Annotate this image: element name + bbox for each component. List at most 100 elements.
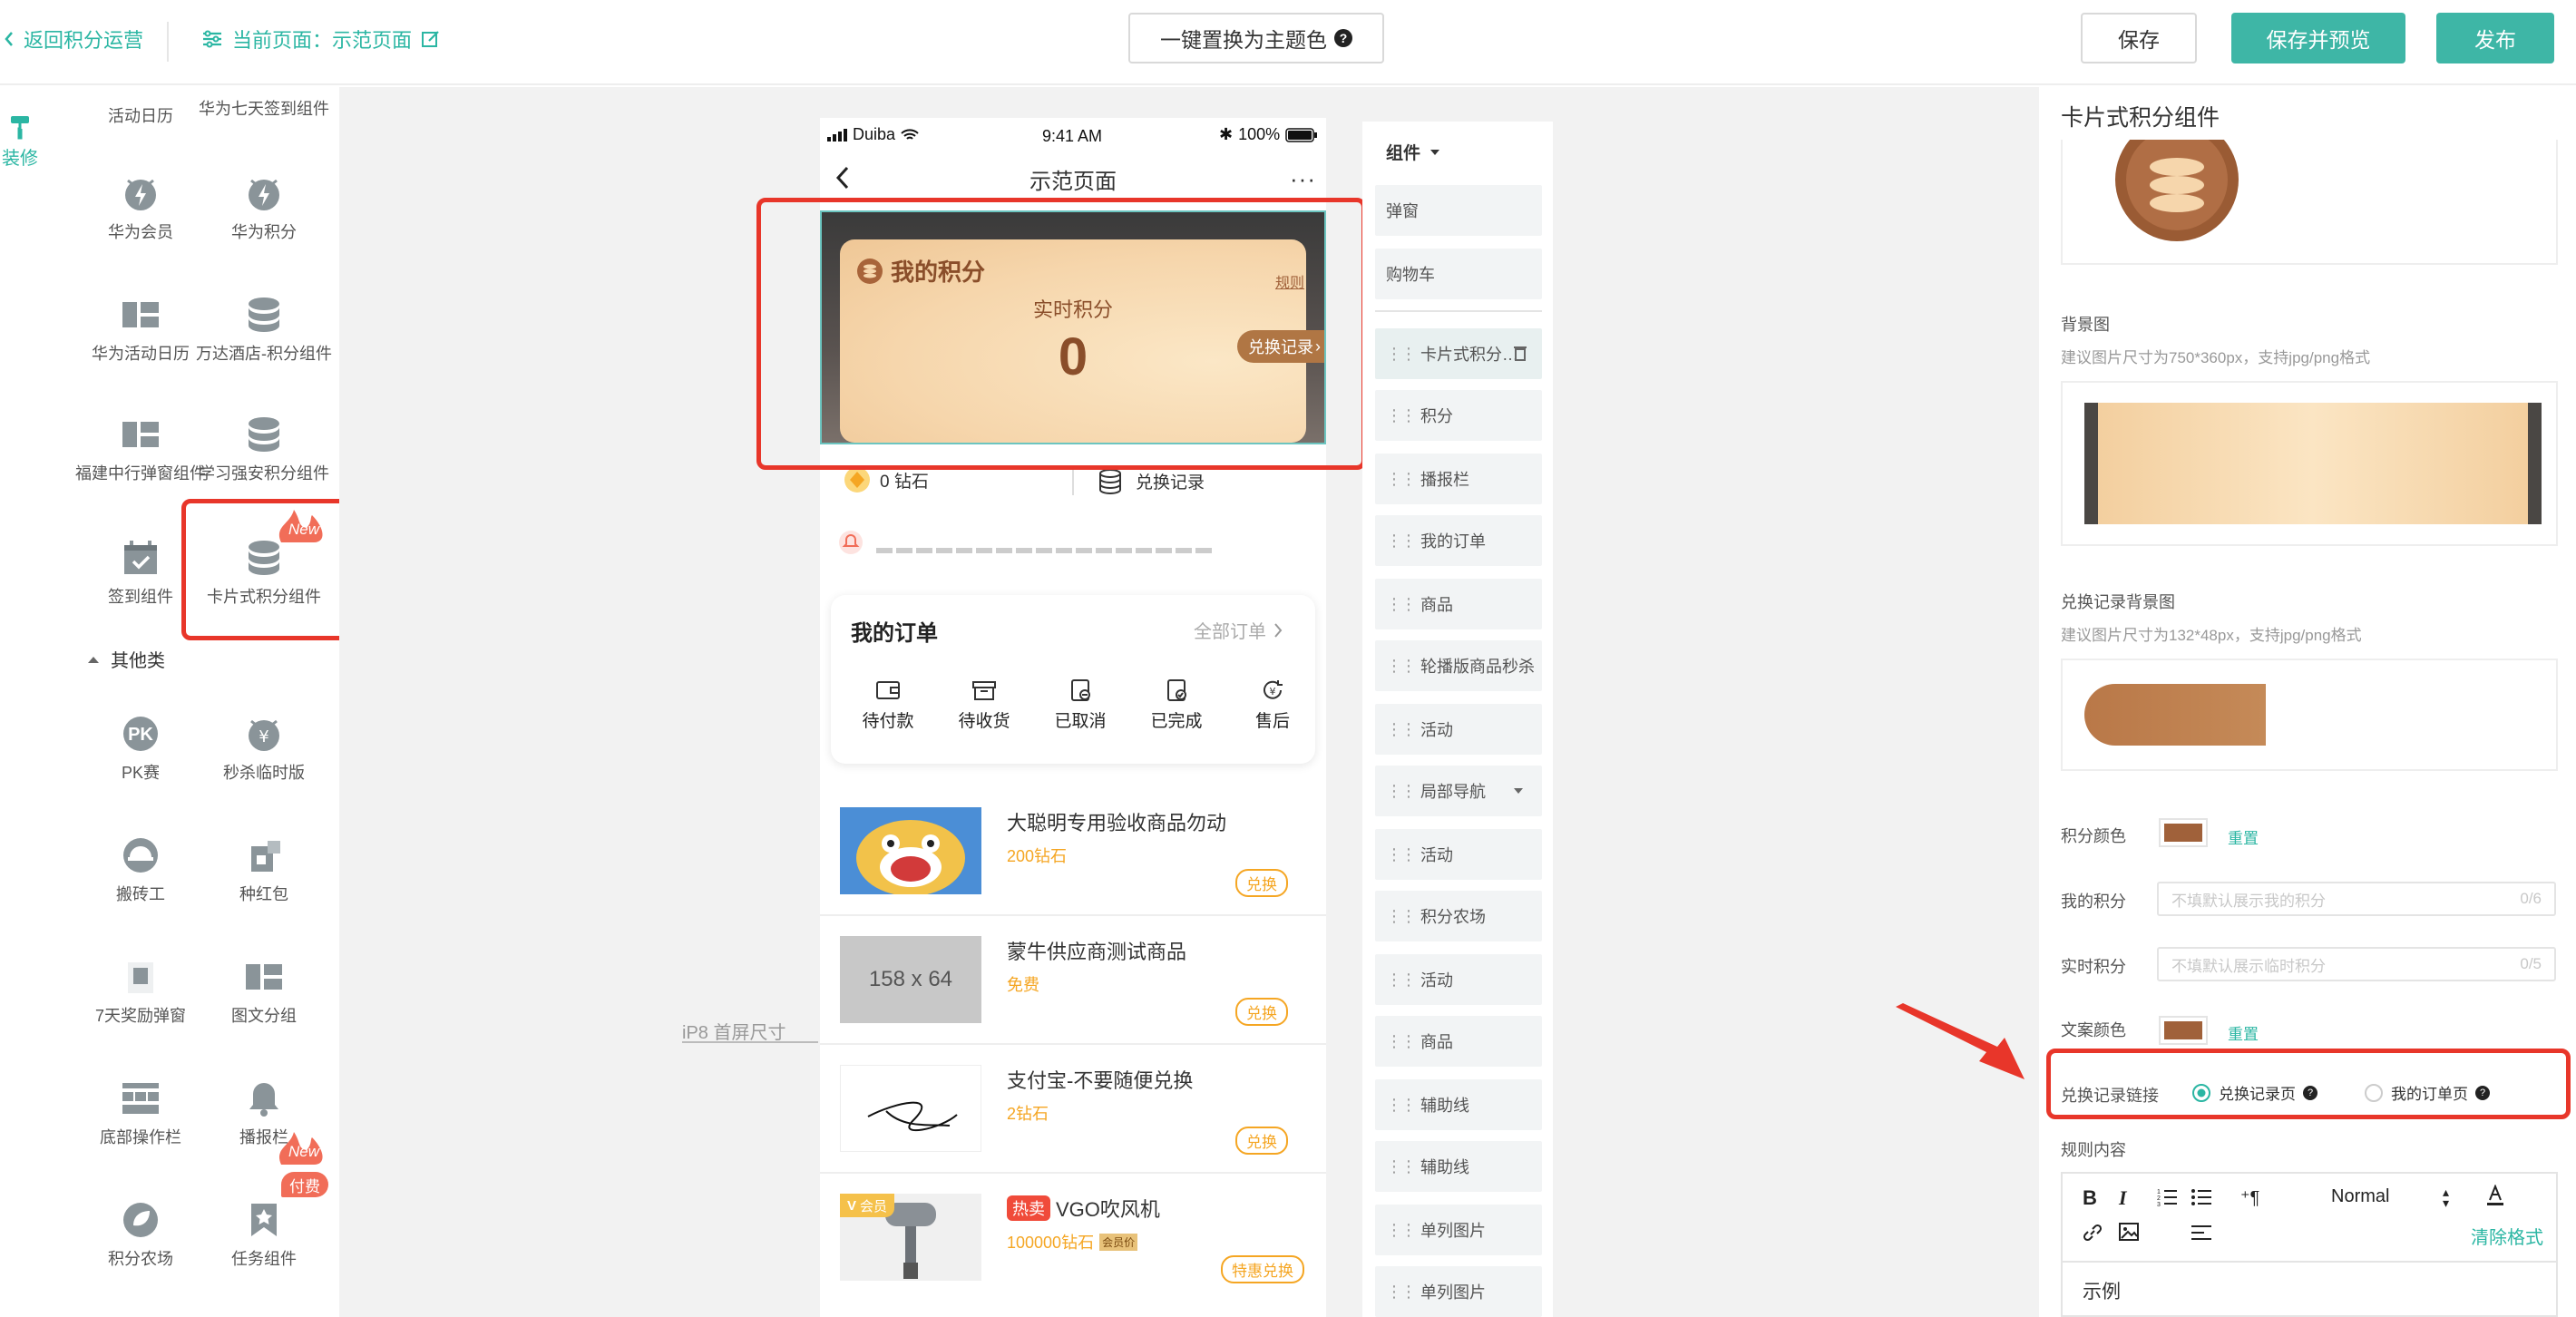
points-color-swatch[interactable] [2161,820,2206,845]
comp-7day-reward-popup[interactable]: 7天奖励弹窗 [73,954,209,1025]
exchange-record-link[interactable]: 兑换记录 [1098,466,1205,495]
comp-activity-calendar[interactable]: 活动日历 [73,107,209,125]
product-item[interactable]: 支付宝-不要随便兑换 2钻石 兑换 [820,1045,1326,1174]
edit-icon[interactable] [421,29,441,49]
comp-bottom-bar[interactable]: 底部操作栏 [73,1076,209,1146]
drag-handle-icon[interactable]: ⋮⋮ [1386,907,1417,926]
drag-handle-icon[interactable]: ⋮⋮ [1386,1096,1417,1115]
product-item[interactable]: 158 x 64 蒙牛供应商测试商品 免费 兑换 [820,916,1326,1045]
component-item-popup[interactable]: 弹窗 [1375,185,1542,236]
italic-icon[interactable]: I [2119,1186,2127,1210]
comp-pk[interactable]: PK PK赛 [73,711,209,782]
drag-handle-icon[interactable]: ⋮⋮ [1386,1283,1417,1302]
component-item-points[interactable]: ⋮⋮ 积分 [1375,390,1542,441]
more-icon[interactable]: ··· [1290,165,1316,193]
product-item[interactable]: V 会员 热卖 VGO吹风机 100000钻石 会员价 特惠兑换 [820,1174,1326,1317]
save-button[interactable]: 保存 [2081,13,2197,63]
comp-huawei-activity-calendar[interactable]: 华为活动日历 [73,292,209,363]
bullet-list-icon[interactable] [2191,1188,2211,1206]
trash-icon[interactable] [1513,345,1527,361]
comp-task[interactable]: 任务组件 [196,1197,332,1268]
drag-handle-icon[interactable]: ⋮⋮ [1386,595,1417,614]
comp-red-packet[interactable]: 种红包 [196,833,332,903]
rich-text-editor[interactable]: B I 123 ⁺¶ Normal ▴ ▾ 清除格式 示例 [2061,1172,2558,1317]
tab-decorate[interactable]: 装修 [0,114,40,170]
comp-study-points[interactable]: 学习强安积分组件 [196,412,332,483]
drag-handle-icon[interactable]: ⋮⋮ [1386,1221,1417,1240]
exchange-button[interactable]: 兑换 [1235,1127,1288,1155]
drag-handle-icon[interactable]: ⋮⋮ [1386,470,1417,489]
order-pending-payment[interactable]: 待付款 [840,678,936,732]
points-color-reset[interactable]: 重置 [2228,825,2259,848]
realtime-points-input[interactable]: 不填默认展示临时积分 0/5 [2157,947,2556,981]
drag-handle-icon[interactable]: ⋮⋮ [1386,406,1417,425]
drag-handle-icon[interactable]: ⋮⋮ [1386,1157,1417,1176]
drag-handle-icon[interactable]: ⋮⋮ [1386,720,1417,739]
drag-handle-icon[interactable]: ⋮⋮ [1386,971,1417,990]
drag-handle-icon[interactable]: ⋮⋮ [1386,782,1417,801]
all-orders-link[interactable]: 全部订单 [1194,617,1283,643]
theme-color-button[interactable]: 一键置换为主题色 ? [1128,13,1384,63]
comp-wanda-points[interactable]: 万达酒店-积分组件 [196,292,332,363]
comp-huawei-points[interactable]: 华为积分 [196,171,332,241]
format-select[interactable]: Normal ▴ ▾ [2331,1185,2449,1209]
component-item-broadcast[interactable]: ⋮⋮ 播报栏 [1375,454,1542,504]
component-item-activity[interactable]: ⋮⋮ 活动 [1375,704,1542,755]
image-icon[interactable] [2119,1223,2139,1241]
comp-fujian-popup[interactable]: 福建中行弹窗组件 [73,412,209,483]
component-item-single-image[interactable]: ⋮⋮ 单列图片 [1375,1266,1542,1317]
component-item-single-image[interactable]: ⋮⋮ 单列图片 [1375,1205,1542,1255]
component-item-guide-line[interactable]: ⋮⋮ 辅助线 [1375,1079,1542,1130]
drag-handle-icon[interactable]: ⋮⋮ [1386,345,1417,364]
order-after-sales[interactable]: ¥ 售后 [1225,678,1321,732]
component-item-my-orders[interactable]: ⋮⋮ 我的订单 [1375,515,1542,566]
component-item-products[interactable]: ⋮⋮ 商品 [1375,1016,1542,1067]
comp-huawei-member[interactable]: 华为会员 [73,171,209,241]
exchange-button[interactable]: 兑换 [1235,998,1288,1026]
exchange-bg-upload[interactable] [2061,658,2558,771]
clear-format-button[interactable]: 清除格式 [2471,1223,2543,1249]
component-item-cart[interactable]: 购物车 [1375,249,1542,299]
component-item-products[interactable]: ⋮⋮ 商品 [1375,579,1542,629]
component-item-guide-line[interactable]: ⋮⋮ 辅助线 [1375,1141,1542,1192]
ordered-list-icon[interactable]: 123 [2157,1188,2177,1206]
align-left-icon[interactable] [2191,1224,2211,1241]
save-preview-button[interactable]: 保存并预览 [2231,13,2405,63]
component-item-points-farm[interactable]: ⋮⋮ 积分农场 [1375,891,1542,941]
component-item-carousel-sale[interactable]: ⋮⋮ 轮播版商品秒杀 [1375,640,1542,691]
product-item[interactable]: 大聪明专用验收商品勿动 200钻石 兑换 [820,787,1326,916]
drag-handle-icon[interactable]: ⋮⋮ [1386,1032,1417,1051]
text-color-swatch[interactable] [2161,1018,2206,1043]
bold-icon[interactable]: B [2083,1186,2097,1210]
text-direction-icon[interactable]: ⁺¶ [2240,1186,2259,1209]
order-cancelled[interactable]: 已取消 [1032,678,1128,732]
order-completed[interactable]: 已完成 [1128,678,1225,732]
publish-button[interactable]: 发布 [2436,13,2554,63]
special-exchange-button[interactable]: 特惠兑换 [1221,1255,1304,1283]
drag-handle-icon[interactable]: ⋮⋮ [1386,532,1417,551]
comp-image-text-group[interactable]: 图文分组 [196,954,332,1025]
component-item-activity[interactable]: ⋮⋮ 活动 [1375,829,1542,880]
icon-upload-box[interactable] [2061,140,2558,265]
drag-handle-icon[interactable]: ⋮⋮ [1386,657,1417,676]
editor-content[interactable]: 示例 [2083,1277,2121,1304]
comp-points-farm[interactable]: 积分农场 [73,1197,209,1268]
component-item-activity[interactable]: ⋮⋮ 活动 [1375,954,1542,1005]
drag-handle-icon[interactable]: ⋮⋮ [1386,845,1417,864]
comp-flash-sale[interactable]: ¥ 秒杀临时版 [196,711,332,782]
text-color-reset[interactable]: 重置 [2228,1021,2259,1044]
current-page[interactable]: 当前页面：示范页面 [201,24,441,54]
back-link[interactable]: 返回积分运营 [4,24,143,54]
component-item-card-points[interactable]: ⋮⋮ 卡片式积分… [1375,328,1542,379]
link-icon[interactable] [2083,1223,2103,1243]
comp-huawei-7day-signin[interactable]: 华为七天签到组件 [196,100,332,118]
component-item-local-nav[interactable]: ⋮⋮ 局部导航 [1375,766,1542,816]
text-color-icon[interactable] [2485,1185,2505,1206]
order-pending-receipt[interactable]: 待收货 [936,678,1032,732]
diamond-balance[interactable]: 0 钻石 [844,466,929,493]
bg-image-upload[interactable] [2061,381,2558,546]
other-category-header[interactable]: 其他类 [87,646,165,672]
exchange-button[interactable]: 兑换 [1235,869,1288,897]
comp-brick-worker[interactable]: 搬砖工 [73,833,209,903]
my-points-input[interactable]: 不填默认展示我的积分 0/6 [2157,882,2556,916]
